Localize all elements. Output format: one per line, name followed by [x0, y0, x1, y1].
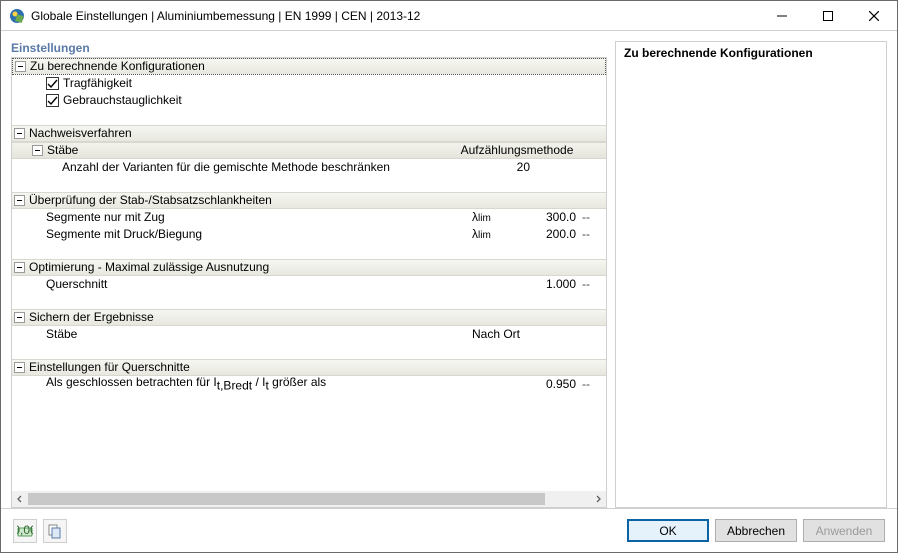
settings-title: Einstellungen [11, 41, 607, 55]
apply-button[interactable]: Anwenden [803, 519, 885, 542]
section-save[interactable]: Sichern der Ergebnisse [12, 309, 606, 326]
collapse-icon[interactable] [14, 312, 25, 323]
right-panel: Zu berechnende Konfigurationen [615, 41, 887, 508]
row-unit: -- [582, 226, 606, 243]
titlebar: Globale Einstellungen | Aluminiumbemessu… [1, 1, 897, 31]
bottom-bar: 0,00 OK Abbrechen Anwenden [1, 508, 897, 552]
row-value[interactable]: 300.0 [522, 209, 582, 226]
ok-button[interactable]: OK [627, 519, 709, 542]
row-label: Segmente nur mit Zug [46, 209, 472, 226]
row-label: Als geschlossen betrachten für It,Bredt … [46, 374, 472, 394]
sub-staebe[interactable]: Stäbe Aufzählungsmethode [12, 142, 606, 159]
row-unit: -- [582, 276, 606, 293]
check-tragfaehigkeit[interactable]: Tragfähigkeit [12, 75, 606, 92]
check-label: Gebrauchstauglichkeit [63, 92, 606, 109]
checkbox-icon[interactable] [46, 94, 59, 107]
row-value[interactable]: 0.950 [522, 376, 582, 393]
row-druck[interactable]: Segmente mit Druck/Biegung λlim 200.0 -- [12, 226, 606, 243]
section-label: Zu berechnende Konfigurationen [30, 58, 605, 75]
collapse-icon[interactable] [15, 61, 26, 72]
right-title: Zu berechnende Konfigurationen [624, 46, 878, 60]
section-label: Nachweisverfahren [29, 125, 606, 142]
sym-lambda-lim: λlim [472, 226, 522, 244]
section-label: Sichern der Ergebnisse [29, 309, 606, 326]
copy-button[interactable] [43, 519, 67, 543]
row-label: Segmente mit Druck/Biegung [46, 226, 472, 243]
check-label: Tragfähigkeit [63, 75, 606, 92]
row-value[interactable]: 1.000 [522, 276, 582, 293]
section-configs[interactable]: Zu berechnende Konfigurationen [12, 58, 606, 75]
check-gebrauchstauglichkeit[interactable]: Gebrauchstauglichkeit [12, 92, 606, 109]
scroll-right-icon[interactable] [590, 491, 606, 507]
section-method[interactable]: Nachweisverfahren [12, 125, 606, 142]
scroll-thumb[interactable] [28, 493, 545, 505]
row-unit: -- [582, 376, 606, 393]
row-varianten[interactable]: Anzahl der Varianten für die gemischte M… [12, 159, 606, 176]
row-zug[interactable]: Segmente nur mit Zug λlim 300.0 -- [12, 209, 606, 226]
collapse-icon[interactable] [14, 262, 25, 273]
window-title: Globale Einstellungen | Aluminiumbemessu… [31, 9, 759, 23]
sub-value[interactable]: Aufzählungsmethode [452, 142, 582, 159]
row-unit: -- [582, 209, 606, 226]
checkbox-icon[interactable] [46, 77, 59, 90]
row-label: Querschnitt [46, 276, 472, 293]
row-staebe-save[interactable]: Stäbe Nach Ort [12, 326, 606, 343]
minimize-button[interactable] [759, 1, 805, 30]
collapse-icon[interactable] [14, 195, 25, 206]
settings-tree: Zu berechnende Konfigurationen Tragfähig… [11, 57, 607, 508]
scroll-left-icon[interactable] [12, 491, 28, 507]
cancel-button[interactable]: Abbrechen [715, 519, 797, 542]
maximize-button[interactable] [805, 1, 851, 30]
sym-lambda-lim: λlim [472, 209, 522, 227]
section-optim[interactable]: Optimierung - Maximal zulässige Ausnutzu… [12, 259, 606, 276]
svg-text:0,00: 0,00 [17, 523, 33, 537]
row-label: Anzahl der Varianten für die gemischte M… [62, 159, 476, 176]
collapse-icon[interactable] [14, 362, 25, 373]
horizontal-scrollbar[interactable] [12, 491, 606, 507]
collapse-icon[interactable] [32, 145, 43, 156]
row-querschnitt[interactable]: Querschnitt 1.000 -- [12, 276, 606, 293]
row-label: Stäbe [46, 326, 472, 343]
collapse-icon[interactable] [14, 128, 25, 139]
close-button[interactable] [851, 1, 897, 30]
row-value[interactable]: Nach Ort [472, 326, 606, 343]
row-value[interactable]: 200.0 [522, 226, 582, 243]
sub-label: Stäbe [47, 142, 452, 159]
row-bredt[interactable]: Als geschlossen betrachten für It,Bredt … [12, 376, 606, 393]
section-slenderness[interactable]: Überprüfung der Stab-/Stabsatzschlankhei… [12, 192, 606, 209]
row-value[interactable]: 20 [476, 159, 536, 176]
app-icon [9, 8, 25, 24]
units-button[interactable]: 0,00 [13, 519, 37, 543]
section-label: Optimierung - Maximal zulässige Ausnutzu… [29, 259, 606, 276]
section-label: Überprüfung der Stab-/Stabsatzschlankhei… [29, 192, 606, 209]
